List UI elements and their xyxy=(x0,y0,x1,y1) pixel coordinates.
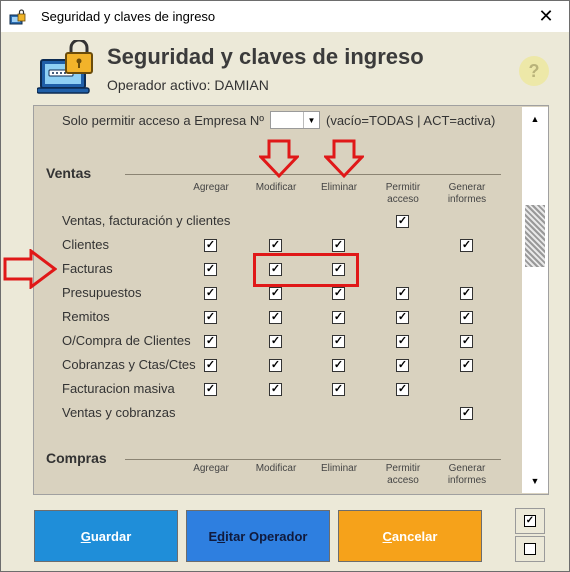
permission-checkbox[interactable]: ✓ xyxy=(332,311,345,324)
column-header-generar: Generar informes xyxy=(447,182,487,205)
permission-row-label: Ventas y cobranzas xyxy=(62,405,176,420)
permission-checkbox[interactable]: ✓ xyxy=(204,263,217,276)
column-header-modificar: Modificar xyxy=(255,182,297,193)
check-all-button[interactable]: ✓ xyxy=(515,508,545,534)
header: Seguridad y claves de ingreso Operador a… xyxy=(21,32,558,104)
window-title: Seguridad y claves de ingreso xyxy=(41,9,216,24)
column-header-eliminar: Eliminar xyxy=(320,463,358,474)
page-title: Seguridad y claves de ingreso xyxy=(107,44,424,69)
permission-row-label: O/Compra de Clientes xyxy=(62,333,191,348)
permission-checkbox[interactable]: ✓ xyxy=(269,287,282,300)
permission-checkbox[interactable]: ✓ xyxy=(269,239,282,252)
empresa-select[interactable]: ▼ xyxy=(270,111,320,129)
cancelar-button[interactable]: Cancelar xyxy=(338,510,482,562)
annotation-arrow-right-icon xyxy=(3,249,57,289)
section-divider xyxy=(125,174,501,175)
permission-checkbox[interactable]: ✓ xyxy=(460,407,473,420)
permission-checkbox[interactable]: ✓ xyxy=(204,239,217,252)
permission-row-label: Ventas, facturación y clientes xyxy=(62,213,231,228)
permission-checkbox[interactable]: ✓ xyxy=(269,335,282,348)
permission-checkbox[interactable]: ✓ xyxy=(204,287,217,300)
permission-checkbox[interactable]: ✓ xyxy=(332,239,345,252)
permission-checkbox[interactable]: ✓ xyxy=(460,335,473,348)
permission-row-label: Facturacion masiva xyxy=(62,381,175,396)
permission-row-label: Remitos xyxy=(62,309,110,324)
laptop-lock-icon xyxy=(37,40,93,94)
close-button[interactable]: ✕ xyxy=(523,1,569,32)
permission-checkbox[interactable]: ✓ xyxy=(396,335,409,348)
empresa-label: Solo permitir acceso a Empresa Nº xyxy=(62,113,264,128)
annotation-arrow-down-icon xyxy=(259,139,299,179)
title-bar: Seguridad y claves de ingreso ✕ xyxy=(1,1,569,32)
operator-label: Operador activo: DAMIAN xyxy=(107,77,269,93)
permission-checkbox[interactable]: ✓ xyxy=(332,335,345,348)
permission-checkbox[interactable]: ✓ xyxy=(396,383,409,396)
permission-checkbox[interactable]: ✓ xyxy=(269,359,282,372)
editar-label: Editar Operador xyxy=(208,528,308,544)
permission-checkbox[interactable]: ✓ xyxy=(204,335,217,348)
permission-checkbox[interactable]: ✓ xyxy=(332,359,345,372)
checked-box-icon: ✓ xyxy=(524,515,536,527)
permission-checkbox[interactable]: ✓ xyxy=(204,359,217,372)
permission-checkbox[interactable]: ✓ xyxy=(204,383,217,396)
column-header-modificar: Modificar xyxy=(255,463,297,474)
editar-operador-button[interactable]: Editar Operador xyxy=(186,510,330,562)
unchecked-box-icon xyxy=(524,543,536,555)
chevron-down-icon[interactable]: ▼ xyxy=(303,112,319,128)
column-header-agregar: Agregar xyxy=(193,182,229,193)
cancelar-label: Cancelar xyxy=(382,528,438,544)
scroll-down-icon[interactable]: ▼ xyxy=(522,471,548,491)
column-header-permitir: Permitir acceso xyxy=(385,463,421,486)
permission-checkbox[interactable]: ✓ xyxy=(332,383,345,396)
permission-checkbox[interactable]: ✓ xyxy=(204,311,217,324)
annotation-arrow-down-icon xyxy=(324,139,364,179)
uncheck-all-button[interactable] xyxy=(515,536,545,562)
column-header-generar: Generar informes xyxy=(447,463,487,486)
permission-checkbox[interactable]: ✓ xyxy=(460,359,473,372)
permission-row-label: Presupuestos xyxy=(62,285,142,300)
empresa-hint: (vacío=TODAS | ACT=activa) xyxy=(326,113,496,128)
column-header-eliminar: Eliminar xyxy=(320,182,358,193)
permission-checkbox[interactable]: ✓ xyxy=(396,287,409,300)
permission-checkbox[interactable]: ✓ xyxy=(460,311,473,324)
permission-checkbox[interactable]: ✓ xyxy=(396,359,409,372)
permission-row-label: Cobranzas y Ctas/Ctes xyxy=(62,357,196,372)
permission-checkbox[interactable]: ✓ xyxy=(396,311,409,324)
app-lock-icon xyxy=(9,9,26,25)
scroll-up-icon[interactable]: ▲ xyxy=(522,109,548,129)
permission-row-label: Facturas xyxy=(62,261,113,276)
permission-checkbox[interactable]: ✓ xyxy=(460,287,473,300)
section-divider xyxy=(125,459,501,460)
guardar-label: Guardar xyxy=(80,528,132,544)
guardar-button[interactable]: Guardar xyxy=(34,510,178,562)
vertical-scrollbar[interactable]: ▲ ▼ xyxy=(522,107,548,493)
annotation-highlight-box xyxy=(253,253,359,287)
permission-row-label: Clientes xyxy=(62,237,109,252)
section-title-compras: Compras xyxy=(46,450,107,466)
column-header-agregar: Agregar xyxy=(193,463,229,474)
column-header-permitir: Permitir acceso xyxy=(385,182,421,205)
section-title-ventas: Ventas xyxy=(46,165,92,181)
permission-checkbox[interactable]: ✓ xyxy=(396,215,409,228)
scroll-thumb[interactable] xyxy=(525,205,545,267)
dialog-window: Seguridad y claves de ingreso ✕ Segurida… xyxy=(0,0,570,572)
permission-checkbox[interactable]: ✓ xyxy=(332,287,345,300)
permission-checkbox[interactable]: ✓ xyxy=(269,311,282,324)
permission-checkbox[interactable]: ✓ xyxy=(269,383,282,396)
help-icon[interactable]: ? xyxy=(519,56,549,86)
permission-checkbox[interactable]: ✓ xyxy=(460,239,473,252)
